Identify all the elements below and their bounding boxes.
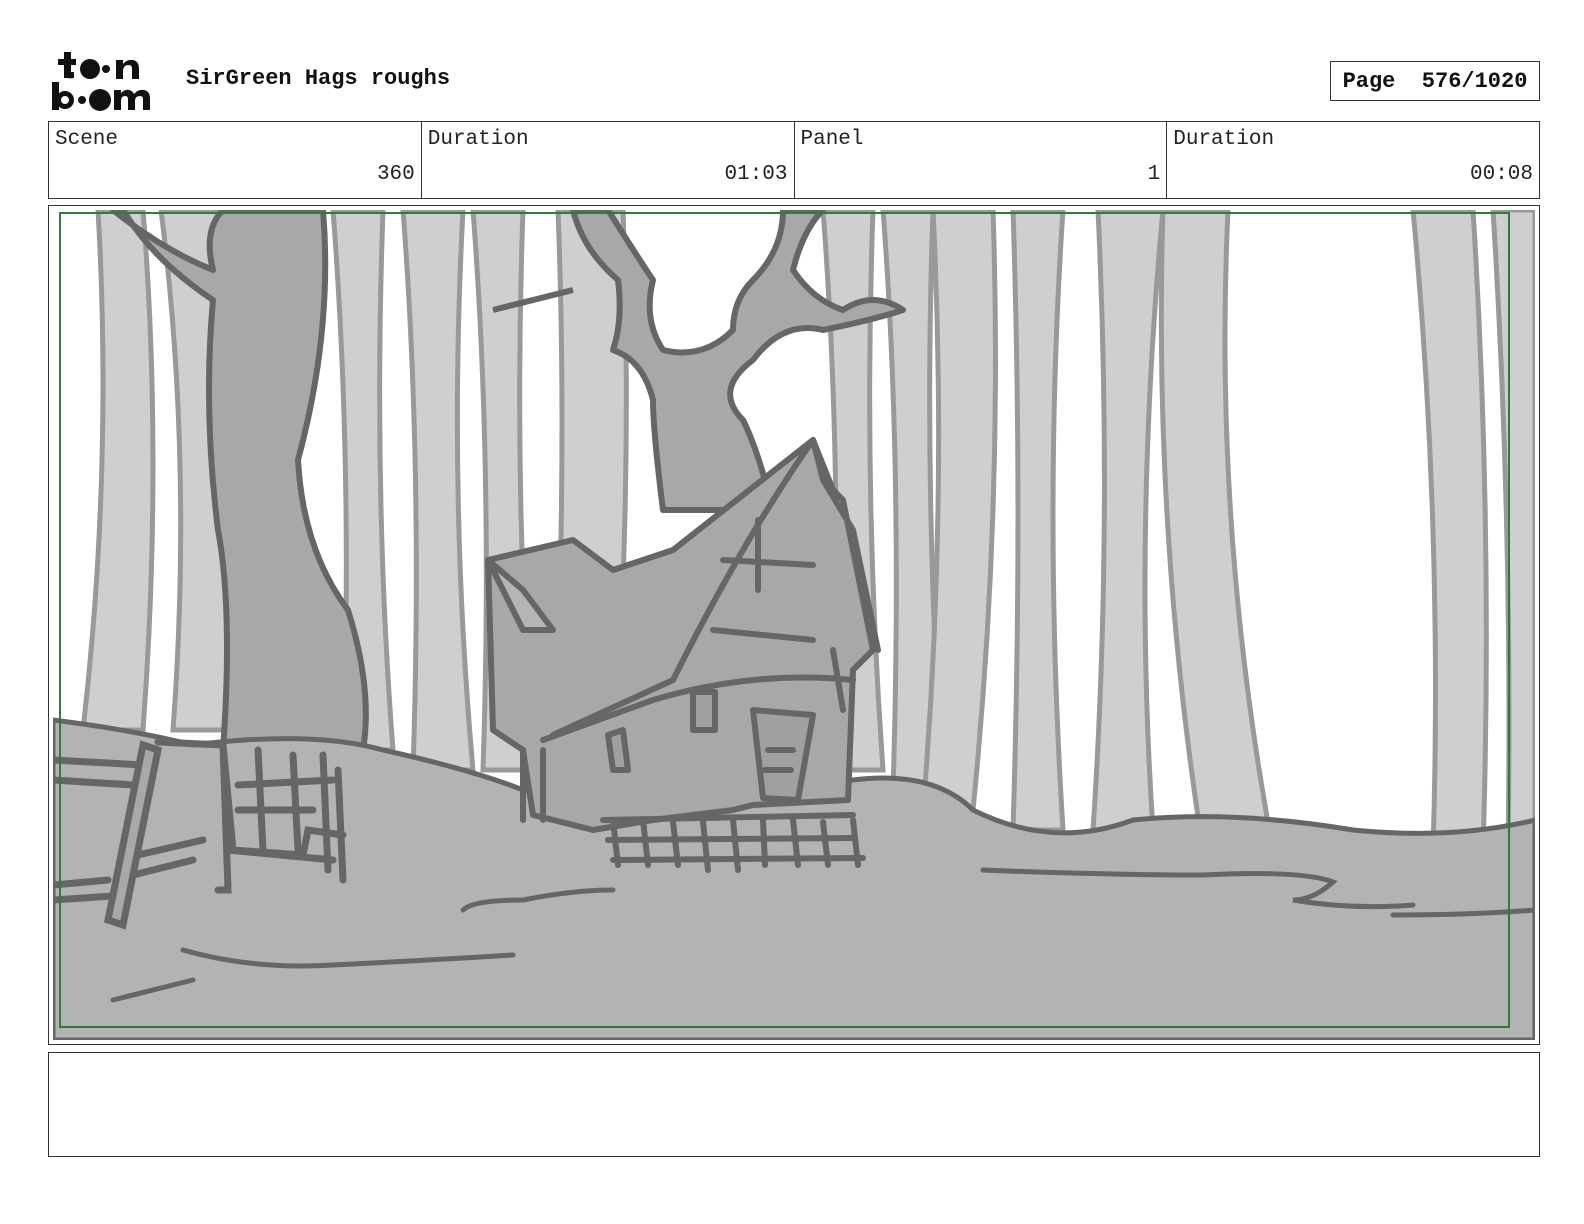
page-indicator: Page 576/1020 — [1330, 61, 1540, 101]
scene-cell: Scene 360 — [49, 122, 422, 198]
page-number: 576/1020 — [1421, 68, 1528, 94]
scene-duration-cell: Duration 01:03 — [422, 122, 795, 198]
scene-duration-value: 01:03 — [724, 163, 788, 186]
scene-info-table: Scene 360 Duration 01:03 Panel 1 Duratio… — [48, 121, 1540, 199]
panel-duration-label: Duration — [1173, 128, 1275, 151]
notes-box — [48, 1052, 1540, 1157]
panel-cell: Panel 1 — [795, 122, 1168, 198]
panel-value: 1 — [1147, 163, 1161, 186]
project-title: SirGreen Hags roughs — [186, 66, 451, 91]
toon-boom-logo — [52, 52, 150, 111]
panel-duration-value: 00:08 — [1469, 163, 1533, 186]
scene-duration-label: Duration — [427, 128, 529, 151]
scene-value: 360 — [376, 163, 415, 186]
storyboard-panel — [48, 205, 1540, 1045]
panel-label: Panel — [800, 128, 864, 151]
page-label: Page — [1342, 68, 1396, 94]
scene-label: Scene — [55, 128, 119, 151]
panel-drawing — [53, 210, 1535, 1040]
panel-duration-cell: Duration 00:08 — [1167, 122, 1539, 198]
